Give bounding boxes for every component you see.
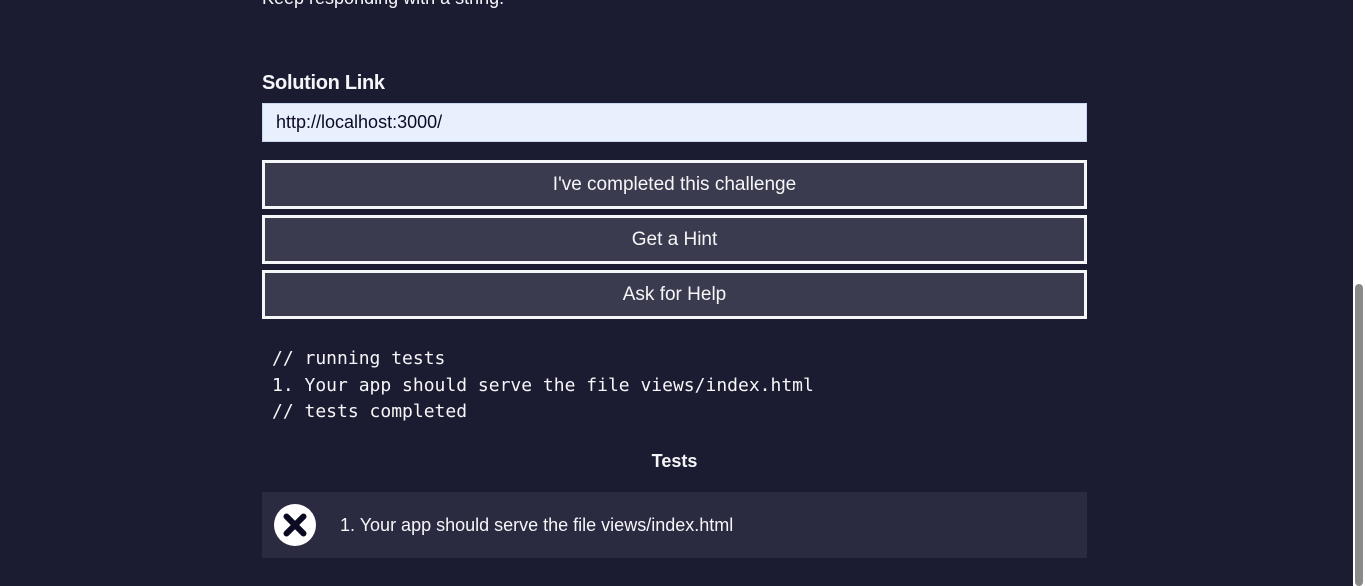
test-result-row: 1. Your app should serve the file views/… (262, 492, 1087, 558)
solution-link-label: Solution Link (262, 72, 385, 94)
challenge-page: Keep responding with a string. Solution … (0, 0, 1365, 586)
console-line: 1. Your app should serve the file views/… (272, 374, 814, 396)
instruction-text: Keep responding with a string. (262, 0, 504, 9)
solution-link-input[interactable] (262, 103, 1087, 142)
test-result-text: 1. Your app should serve the file views/… (340, 514, 734, 535)
fail-icon (274, 504, 316, 546)
get-hint-button[interactable]: Get a Hint (262, 215, 1087, 264)
page-scrollbar[interactable] (1353, 0, 1365, 586)
test-console-output: // running tests 1. Your app should serve… (272, 346, 814, 426)
scrollbar-thumb[interactable] (1355, 284, 1363, 586)
console-line: // running tests (272, 348, 446, 369)
tests-heading: Tests (651, 451, 698, 471)
complete-challenge-button[interactable]: I've completed this challenge (262, 160, 1087, 209)
ask-for-help-button[interactable]: Ask for Help (262, 270, 1087, 319)
console-line: // tests completed (272, 401, 468, 422)
